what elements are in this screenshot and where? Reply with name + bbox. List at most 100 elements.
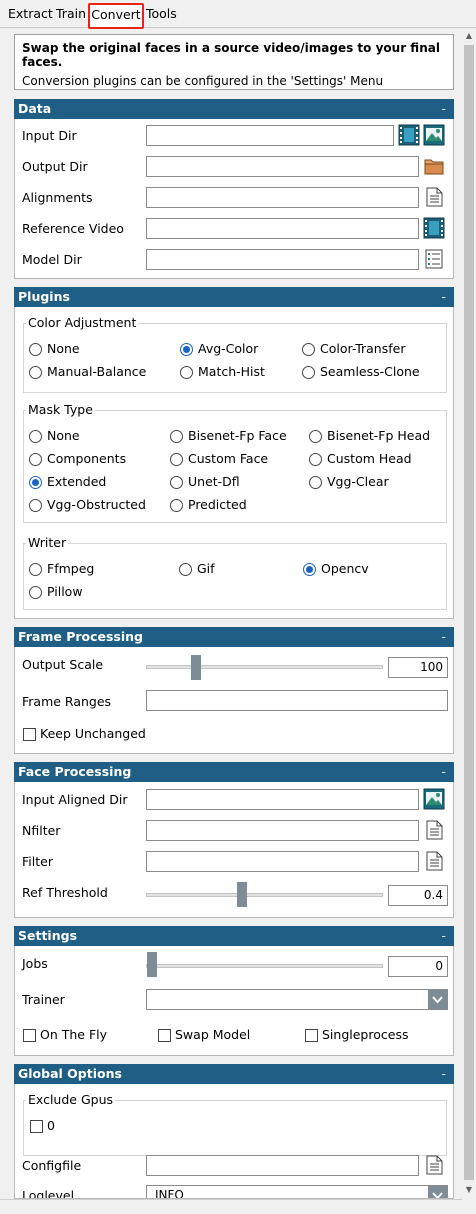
- model-dir-field[interactable]: [146, 249, 419, 270]
- radio-label: Components: [47, 451, 127, 466]
- radio-color-avg-color[interactable]: [180, 343, 193, 356]
- radio-mask-unet-dfl[interactable]: [170, 476, 183, 489]
- radio-label: Match-Hist: [198, 364, 265, 379]
- input-aligned-dir-field[interactable]: [146, 789, 419, 810]
- radio-mask-predicted[interactable]: [170, 499, 183, 512]
- configfile-label: Configfile: [22, 1158, 82, 1173]
- document-icon[interactable]: [423, 819, 445, 841]
- tab-tools[interactable]: Tools: [146, 6, 177, 21]
- section-header-settings: Settings -: [14, 926, 454, 946]
- on-the-fly-checkbox[interactable]: [23, 1029, 36, 1042]
- info-panel: Swap the original faces in a source vide…: [14, 34, 454, 90]
- vertical-scrollbar[interactable]: ▲ ▼: [462, 29, 476, 1199]
- singleprocess-checkbox[interactable]: [305, 1029, 318, 1042]
- radio-writer-pillow[interactable]: [29, 586, 42, 599]
- radio-mask-components[interactable]: [29, 453, 42, 466]
- output-scale-slider-thumb[interactable]: [191, 655, 202, 680]
- scroll-down-icon[interactable]: ▼: [462, 1183, 476, 1197]
- radio-mask-vgg-clear[interactable]: [309, 476, 322, 489]
- radio-color-none[interactable]: [29, 343, 42, 356]
- radio-writer-gif[interactable]: [179, 563, 192, 576]
- jobs-value[interactable]: 0: [388, 956, 448, 977]
- gpu-0-checkbox[interactable]: [30, 1120, 43, 1133]
- tab-convert[interactable]: Convert: [88, 3, 144, 29]
- scrollbar-thumb[interactable]: [464, 45, 474, 1180]
- radio-mask-extended[interactable]: [29, 476, 42, 489]
- alignments-field[interactable]: [146, 187, 419, 208]
- reference-video-field[interactable]: [146, 218, 419, 239]
- radio-color-transfer[interactable]: [302, 343, 315, 356]
- configfile-field[interactable]: [146, 1155, 419, 1176]
- swap-model-checkbox[interactable]: [158, 1029, 171, 1042]
- jobs-label: Jobs: [22, 956, 48, 971]
- image-icon[interactable]: [423, 124, 445, 146]
- keep-unchanged-checkbox[interactable]: [23, 728, 36, 741]
- radio-color-match-hist[interactable]: [180, 366, 193, 379]
- tab-train[interactable]: Train: [56, 6, 86, 21]
- ref-threshold-slider-thumb[interactable]: [236, 882, 247, 907]
- list-icon[interactable]: [423, 248, 445, 270]
- nfilter-field[interactable]: [146, 820, 419, 841]
- trainer-label: Trainer: [22, 992, 65, 1007]
- bottom-toolbar-edge: [0, 1199, 462, 1214]
- jobs-slider-thumb[interactable]: [147, 952, 157, 977]
- minimize-button[interactable]: -: [441, 627, 446, 647]
- tab-extract[interactable]: Extract: [8, 6, 53, 21]
- output-dir-field[interactable]: [146, 156, 419, 177]
- output-scale-track[interactable]: [146, 665, 383, 669]
- radio-label: Gif: [197, 561, 215, 576]
- color-adjustment-group: [23, 323, 447, 393]
- folder-icon[interactable]: [423, 155, 445, 177]
- mask-type-label: Mask Type: [26, 402, 95, 417]
- minimize-button[interactable]: -: [441, 99, 446, 119]
- radio-mask-bisenet-fp-face[interactable]: [170, 430, 183, 443]
- scroll-up-icon[interactable]: ▲: [462, 29, 476, 43]
- ref-threshold-value[interactable]: 0.4: [388, 885, 448, 906]
- section-title: Face Processing: [18, 764, 132, 779]
- video-icon[interactable]: [423, 217, 445, 239]
- image-icon[interactable]: [423, 788, 445, 810]
- video-icon[interactable]: [398, 124, 420, 146]
- keep-unchanged-label: Keep Unchanged: [40, 726, 146, 741]
- minimize-button[interactable]: -: [441, 287, 446, 307]
- section-settings: Jobs 0 Trainer On The Fly Swap Model Sin…: [14, 946, 454, 1056]
- radio-mask-custom-head[interactable]: [309, 453, 322, 466]
- radio-writer-opencv[interactable]: [303, 563, 316, 576]
- radio-mask-custom-face[interactable]: [170, 453, 183, 466]
- minimize-button[interactable]: -: [441, 762, 446, 782]
- radio-label: Vgg-Obstructed: [47, 497, 146, 512]
- jobs-track[interactable]: [146, 964, 383, 968]
- document-icon[interactable]: [423, 1154, 445, 1176]
- radio-writer-ffmpeg[interactable]: [29, 563, 42, 576]
- section-title: Global Options: [18, 1066, 122, 1081]
- trainer-select[interactable]: [146, 989, 448, 1010]
- section-title: Plugins: [18, 289, 70, 304]
- loglevel-select[interactable]: INFO: [146, 1185, 448, 1198]
- section-header-face-processing: Face Processing -: [14, 762, 454, 782]
- section-header-plugins: Plugins -: [14, 287, 454, 307]
- filter-field[interactable]: [146, 851, 419, 872]
- document-icon[interactable]: [423, 186, 445, 208]
- document-icon[interactable]: [423, 850, 445, 872]
- frame-ranges-field[interactable]: [146, 690, 448, 711]
- radio-color-seamless-clone[interactable]: [302, 366, 315, 379]
- radio-mask-none[interactable]: [29, 430, 42, 443]
- section-plugins: Color Adjustment None Avg-Color Color-Tr…: [14, 307, 454, 619]
- singleprocess-label: Singleprocess: [322, 1027, 409, 1042]
- section-title: Data: [18, 101, 52, 116]
- output-scale-value[interactable]: 100: [388, 657, 448, 678]
- chevron-down-icon[interactable]: [428, 990, 447, 1009]
- section-header-frame-processing: Frame Processing -: [14, 627, 454, 647]
- radio-label: Bisenet-Fp Face: [188, 428, 287, 443]
- minimize-button[interactable]: -: [441, 1064, 446, 1084]
- minimize-button[interactable]: -: [441, 926, 446, 946]
- radio-label: None: [47, 428, 80, 443]
- filter-label: Filter: [22, 854, 53, 869]
- radio-color-manual-balance[interactable]: [29, 366, 42, 379]
- input-dir-field[interactable]: [146, 125, 394, 146]
- gpu-0-label: 0: [47, 1118, 55, 1133]
- radio-mask-vgg-obstructed[interactable]: [29, 499, 42, 512]
- ref-threshold-track[interactable]: [146, 893, 383, 897]
- radio-mask-bisenet-fp-head[interactable]: [309, 430, 322, 443]
- chevron-down-icon[interactable]: [428, 1186, 447, 1198]
